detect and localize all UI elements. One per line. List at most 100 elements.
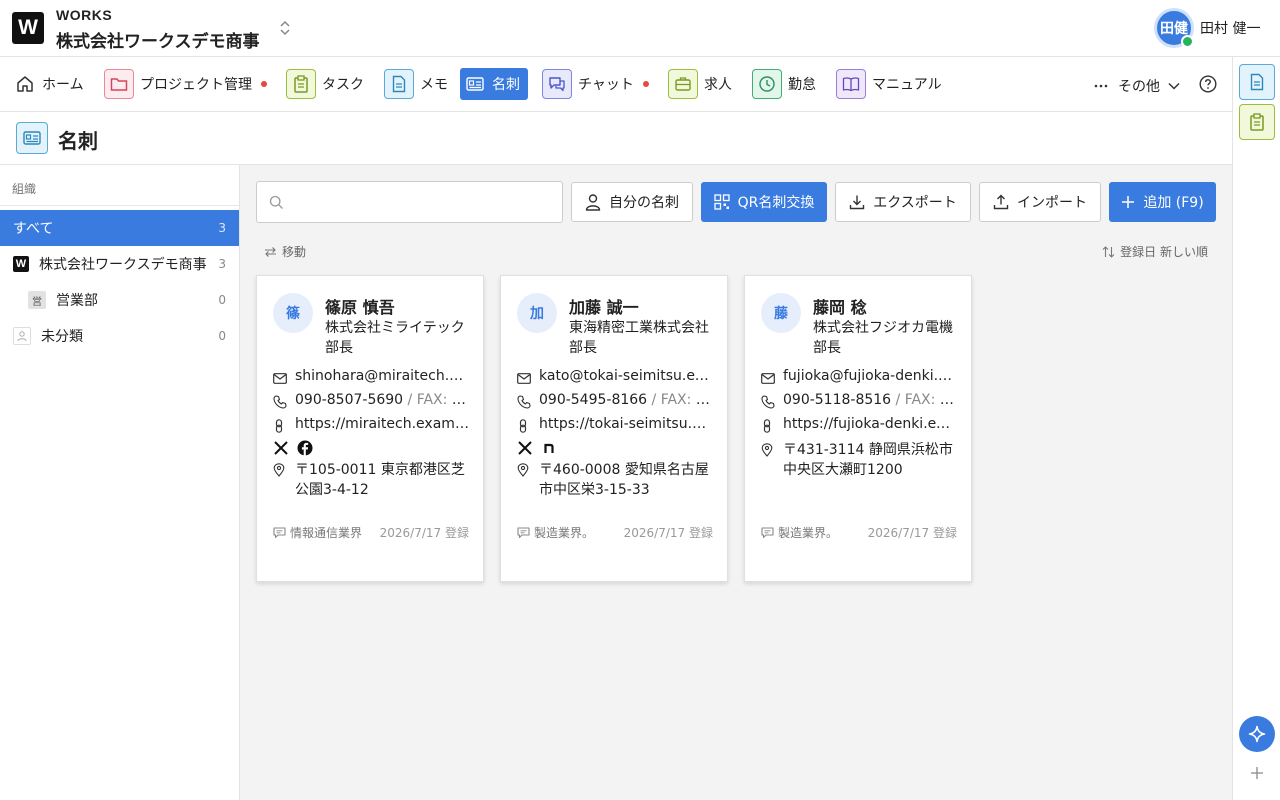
notification-dot (642, 81, 649, 87)
nav-chat[interactable]: チャット (542, 68, 649, 100)
home-icon (16, 75, 34, 93)
card-address: 〒460-0008 愛知県名古屋市中区栄3-15-33 (539, 462, 709, 498)
card-url[interactable]: https://tokai-seimitsu.example.co.jp (539, 416, 713, 432)
card-url[interactable]: https://miraitech.example.co.jp (295, 416, 469, 432)
export-button[interactable]: エクスポート (835, 182, 971, 222)
facebook-icon[interactable] (297, 440, 313, 456)
card-name: 篠原 慎吾 (325, 298, 395, 317)
add-card-button[interactable]: 追加 (F9) (1109, 182, 1216, 222)
card-name: 加藤 誠一 (569, 298, 639, 317)
my-card-button[interactable]: 自分の名刺 (571, 182, 693, 222)
card-fax: / FAX: 053-555-0103 (895, 392, 957, 408)
department-badge: 営 (28, 291, 46, 309)
nav-more[interactable]: その他 (1094, 76, 1180, 96)
clipboard-icon (286, 69, 316, 99)
business-card[interactable]: 加 加藤 誠一 東海精密工業株式会社 部長 kato@tokai-seimits… (500, 275, 728, 582)
nav-jobs[interactable]: 求人 (668, 68, 732, 100)
card-email[interactable]: kato@tokai-seimitsu.example.co.jp (539, 368, 713, 384)
help-icon[interactable] (1199, 75, 1217, 93)
card-url-row: https://fujioka-denki.example.co.jp (761, 416, 957, 436)
card-date: 2026/7/17 登録 (379, 526, 469, 540)
note-icon[interactable] (541, 440, 557, 456)
qr-exchange-button[interactable]: QR名刺交換 (701, 182, 827, 222)
chevron-updown-icon[interactable] (277, 18, 293, 38)
card-role: 部長 (813, 340, 841, 356)
user-menu[interactable]: 田健 田村 健一 (1154, 8, 1260, 48)
sort-selector[interactable]: 登録日 新しい順 (1102, 243, 1208, 260)
rail-memo-button[interactable] (1239, 64, 1275, 100)
import-button[interactable]: インポート (979, 182, 1101, 222)
card-fax: / FAX: 052-555-0102 (651, 392, 713, 408)
plus-icon[interactable] (1249, 765, 1265, 781)
person-icon (13, 327, 31, 345)
card-phone-row: 090-8507-5690 / FAX: 03-5555-0101 (273, 392, 469, 412)
card-address-row: 〒460-0008 愛知県名古屋市中区栄3-15-33 (517, 460, 713, 500)
move-button[interactable]: 移動 (264, 243, 306, 260)
search-box[interactable] (256, 181, 563, 223)
business-card[interactable]: 篠 篠原 慎吾 株式会社ミライテック 部長 shinohara@miraitec… (256, 275, 484, 582)
card-avatar: 加 (517, 293, 557, 333)
comment-icon (273, 526, 286, 538)
card-phone[interactable]: 090-5118-8516 (783, 392, 891, 408)
comment-icon (761, 526, 774, 538)
nav-manual[interactable]: マニュアル (836, 68, 942, 100)
search-icon (269, 195, 284, 210)
sidebar-item-all[interactable]: すべて 3 (0, 210, 239, 246)
user-name: 田村 健一 (1200, 21, 1261, 37)
mail-icon (761, 368, 775, 388)
card-phone[interactable]: 090-5495-8166 (539, 392, 647, 408)
comment-icon (517, 526, 530, 538)
x-icon[interactable] (517, 440, 533, 456)
book-icon (836, 69, 866, 99)
document-icon (1250, 73, 1264, 91)
nav-projects[interactable]: プロジェクト管理 (104, 68, 267, 100)
card-avatar: 篠 (273, 293, 313, 333)
card-email[interactable]: shinohara@miraitech.example.co.jp (295, 368, 469, 384)
sidebar-item-uncategorized[interactable]: 未分類 0 (0, 318, 239, 354)
card-phone[interactable]: 090-8507-5690 (295, 392, 403, 408)
nav-attendance[interactable]: 勤怠 (752, 68, 816, 100)
card-footer: 製造業界。 2026/7/17 登録 (517, 524, 713, 541)
sidebar-item-sales[interactable]: 営 営業部 0 (0, 282, 239, 318)
card-address: 〒105-0011 東京都港区芝公園3-4-12 (295, 462, 465, 498)
ellipsis-icon (1094, 84, 1108, 88)
card-date: 2026/7/17 登録 (867, 526, 957, 540)
business-card[interactable]: 藤 藤岡 稔 株式会社フジオカ電機 部長 fujioka@fujioka-den… (744, 275, 972, 582)
sidebar-item-company[interactable]: W 株式会社ワークスデモ商事 3 (0, 246, 239, 282)
card-email[interactable]: fujioka@fujioka-denki.example.co.jp (783, 368, 957, 384)
divider (0, 205, 239, 206)
download-icon (849, 194, 873, 210)
nav-home[interactable]: ホーム (16, 68, 84, 100)
link-icon (517, 416, 531, 436)
main-nav: ホーム プロジェクト管理 タスク メモ 名刺 チャット 求人 勤怠 マニュアル … (0, 57, 1232, 112)
mail-icon (273, 368, 287, 388)
card-phone-row: 090-5495-8166 / FAX: 052-555-0102 (517, 392, 713, 412)
avatar[interactable]: 田健 (1154, 8, 1194, 48)
folder-icon (104, 69, 134, 99)
card-company: 株式会社ミライテック (325, 320, 465, 336)
ai-assistant-button[interactable] (1239, 716, 1275, 752)
company-name[interactable]: 株式会社ワークスデモ商事 (56, 27, 260, 52)
search-input[interactable] (293, 182, 553, 222)
qr-code-icon (713, 194, 738, 210)
x-icon[interactable] (273, 440, 289, 456)
card-company: 株式会社フジオカ電機 (813, 320, 953, 336)
card-company: 東海精密工業株式会社 (569, 320, 709, 336)
card-role: 部長 (569, 340, 597, 356)
rail-tasks-button[interactable] (1239, 104, 1275, 140)
works-logo[interactable]: W (12, 12, 44, 44)
phone-icon (273, 392, 287, 412)
card-social-links (273, 440, 321, 456)
nav-tasks[interactable]: タスク (286, 68, 364, 100)
clock-icon (752, 69, 782, 99)
card-url[interactable]: https://fujioka-denki.example.co.jp (783, 416, 957, 432)
card-name: 藤岡 稔 (813, 298, 867, 317)
clipboard-icon (1249, 113, 1265, 131)
nav-business-cards[interactable]: 名刺 (460, 68, 528, 100)
briefcase-icon (668, 69, 698, 99)
card-address: 〒431-3114 静岡県浜松市中央区大瀬町1200 (783, 442, 953, 478)
sparkle-icon (1248, 725, 1266, 743)
nav-memo[interactable]: メモ (384, 68, 448, 100)
card-url-row: https://miraitech.example.co.jp (273, 416, 469, 436)
card-memo: 情報通信業界 (273, 524, 365, 541)
